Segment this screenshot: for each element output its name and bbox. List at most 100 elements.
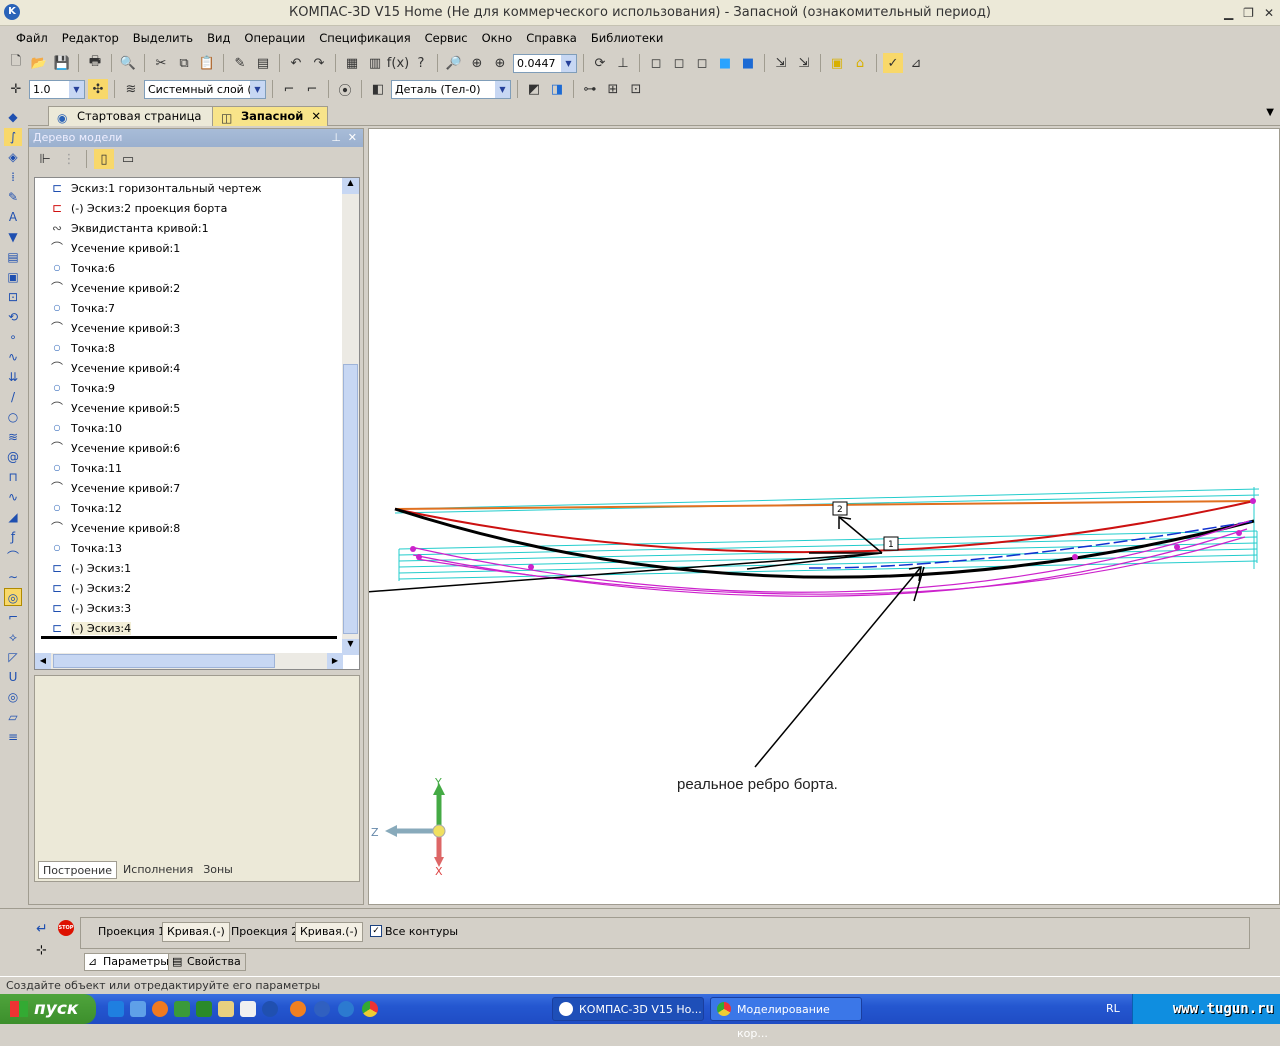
projection-1-field[interactable]: Кривая.(-) <box>162 922 230 942</box>
offset-tool-icon[interactable]: ∼ <box>4 568 22 586</box>
spline-icon[interactable]: ∿ <box>4 488 22 506</box>
variables-icon[interactable]: ▥ <box>365 53 385 73</box>
part-icon[interactable]: ◧ <box>368 79 388 99</box>
circle-icon[interactable]: ○ <box>4 408 22 426</box>
scroll-down-icon[interactable]: ▼ <box>342 639 359 655</box>
menu-operations[interactable]: Операции <box>244 31 305 45</box>
tab-parameters[interactable]: ⊿ Параметры <box>84 953 174 971</box>
menu-window[interactable]: Окно <box>482 31 513 45</box>
task-browser[interactable]: Моделирование кор... <box>710 997 862 1040</box>
tab-properties[interactable]: ▤ Свойства <box>168 953 246 971</box>
tree-order-icon[interactable]: ⋮ <box>59 149 79 169</box>
tabs-menu-icon[interactable]: ▼ <box>1266 107 1274 118</box>
layers-icon[interactable]: ≡ <box>4 728 22 746</box>
chevron-down-icon[interactable]: ▼ <box>250 80 265 98</box>
uv-icon[interactable]: U <box>4 668 22 686</box>
media-player-icon[interactable] <box>262 1001 278 1017</box>
tree-item[interactable]: ⌒ Усечение кривой:2 <box>49 278 180 298</box>
import-icon[interactable]: ⇊ <box>4 368 22 386</box>
zoom-frame-icon[interactable]: ⊕ <box>467 53 487 73</box>
document-icon[interactable] <box>240 1001 256 1017</box>
tree-item[interactable]: ⌒ Усечение кривой:8 <box>49 518 180 538</box>
settings-icon[interactable] <box>196 1001 212 1017</box>
tree-item[interactable]: ⌒ Усечение кривой:3 <box>49 318 180 338</box>
scroll-left-icon[interactable]: ◀ <box>35 653 51 669</box>
task-kompas[interactable]: КОМПАС-3D V15 Ho... <box>552 997 704 1021</box>
firefox-icon[interactable] <box>152 1001 168 1017</box>
tree-item[interactable]: ⌒ Усечение кривой:5 <box>49 398 180 418</box>
notes-icon[interactable] <box>218 1001 234 1017</box>
blender-icon[interactable] <box>290 1001 306 1017</box>
sketch-edit-icon[interactable]: ⌐ <box>302 79 322 99</box>
tree-horizontal-scrollbar[interactable]: ◀ ▶ <box>35 653 343 669</box>
kompas-quick-icon[interactable] <box>314 1001 330 1017</box>
tree-item[interactable]: ○ Точка:11 <box>49 458 123 478</box>
tree-item[interactable]: ⊏ (-) Эскиз:1 <box>49 558 131 578</box>
menu-view[interactable]: Вид <box>207 31 230 45</box>
tree-item[interactable]: ⊏ (-) Эскиз:2 <box>49 578 131 598</box>
menu-help[interactable]: Справка <box>526 31 577 45</box>
surface-curve-icon[interactable]: ◢ <box>4 508 22 526</box>
projection-2-field[interactable]: Кривая.(-) <box>295 922 363 942</box>
end-of-tree-marker[interactable] <box>41 636 337 639</box>
tree-item[interactable]: ⊏ (-) Эскиз:4 <box>49 618 132 638</box>
paste-icon[interactable]: 📋 <box>197 53 217 73</box>
tab-start-page[interactable]: ◉ Стартовая страница <box>48 106 218 126</box>
point-by-curve-icon[interactable]: ∿ <box>4 348 22 366</box>
hidden-thin-icon[interactable]: ◻ <box>692 53 712 73</box>
space-curves-icon[interactable]: ∫ <box>4 128 22 146</box>
tree-item[interactable]: ⌒ Усечение кривой:4 <box>49 358 180 378</box>
tree-item[interactable]: ∾ Эквидистанта кривой:1 <box>49 218 209 238</box>
sketch-mode-icon[interactable]: ⌐ <box>279 79 299 99</box>
surface-edit-icon[interactable]: ◎ <box>4 688 22 706</box>
tree-item[interactable]: ○ Точка:12 <box>49 498 123 518</box>
line-icon[interactable]: / <box>4 388 22 406</box>
undo-icon[interactable]: ↶ <box>286 53 306 73</box>
isoline-icon[interactable]: ◸ <box>4 648 22 666</box>
patch-icon[interactable]: ▱ <box>4 708 22 726</box>
shaded-edges-icon[interactable]: ■ <box>738 53 758 73</box>
save-icon[interactable]: 💾 <box>52 53 72 73</box>
tree-structure-icon[interactable]: ⊩ <box>35 149 55 169</box>
dimensions-icon[interactable]: A <box>4 208 22 226</box>
tree-item[interactable]: ○ Точка:10 <box>49 418 123 438</box>
tree-item[interactable]: ⌒ Усечение кривой:6 <box>49 438 180 458</box>
new-file-icon[interactable]: 🗋 <box>6 53 26 73</box>
open-folder-icon[interactable]: 📂 <box>29 53 49 73</box>
tree-item[interactable]: ⊏ (-) Эскиз:2 проекция борта <box>49 198 227 218</box>
chrome-icon[interactable] <box>362 1001 378 1017</box>
language-indicator[interactable]: RL <box>1106 1002 1120 1015</box>
wireframe-icon[interactable]: ◻ <box>646 53 666 73</box>
maximize-button[interactable]: ❐ <box>1243 6 1254 20</box>
ortho-icon[interactable]: ✣ <box>88 79 108 99</box>
tab-construction[interactable]: Построение <box>38 861 118 879</box>
menu-edit[interactable]: Редактор <box>62 31 119 45</box>
shaded-icon[interactable]: ■ <box>715 53 735 73</box>
model-viewport[interactable]: 1 2 Y Z X реальное ребро борта. <box>368 128 1280 905</box>
auxiliary-geometry-icon[interactable]: ✎ <box>4 188 22 206</box>
tree-item[interactable]: ⌒ Усечение кривой:1 <box>49 238 180 258</box>
surface-icon[interactable]: ◨ <box>547 79 567 99</box>
fx-icon[interactable]: f(x) <box>387 53 409 73</box>
filter-icon[interactable]: ⇲ <box>771 53 791 73</box>
menu-file[interactable]: Файл <box>16 31 48 45</box>
tree-item[interactable]: ⌒ Усечение кривой:7 <box>49 478 180 498</box>
dimension-icon[interactable]: ⊶ <box>580 79 600 99</box>
tree-item[interactable]: ○ Точка:13 <box>49 538 123 558</box>
copy-icon[interactable]: ⧉ <box>174 53 194 73</box>
polyline-icon[interactable]: ⊓ <box>4 468 22 486</box>
tree-item[interactable]: ○ Точка:6 <box>49 258 116 278</box>
tree-item[interactable]: ⊏ Эскиз:1 горизонтальный чертеж <box>49 178 262 198</box>
tab-zapasnoy[interactable]: ◫ Запасной ✕ <box>212 106 328 126</box>
sheet-metal-icon[interactable]: ⟲ <box>4 308 22 326</box>
tree-split-icon[interactable]: ▭ <box>118 149 138 169</box>
print-icon[interactable]: 🖶 <box>85 53 105 73</box>
kompas-quick-icon-2[interactable] <box>338 1001 354 1017</box>
scroll-right-icon[interactable]: ▶ <box>327 653 343 669</box>
layer-combo[interactable]: Системный слой (0) ▼ <box>144 79 266 99</box>
curve-break-icon[interactable]: ⟡ <box>4 628 22 646</box>
tool-icon[interactable] <box>174 1001 190 1017</box>
help-cursor-icon[interactable]: ? <box>411 53 431 73</box>
tree-item[interactable]: ○ Точка:7 <box>49 298 116 318</box>
chevron-down-icon[interactable]: ▼ <box>495 80 510 98</box>
